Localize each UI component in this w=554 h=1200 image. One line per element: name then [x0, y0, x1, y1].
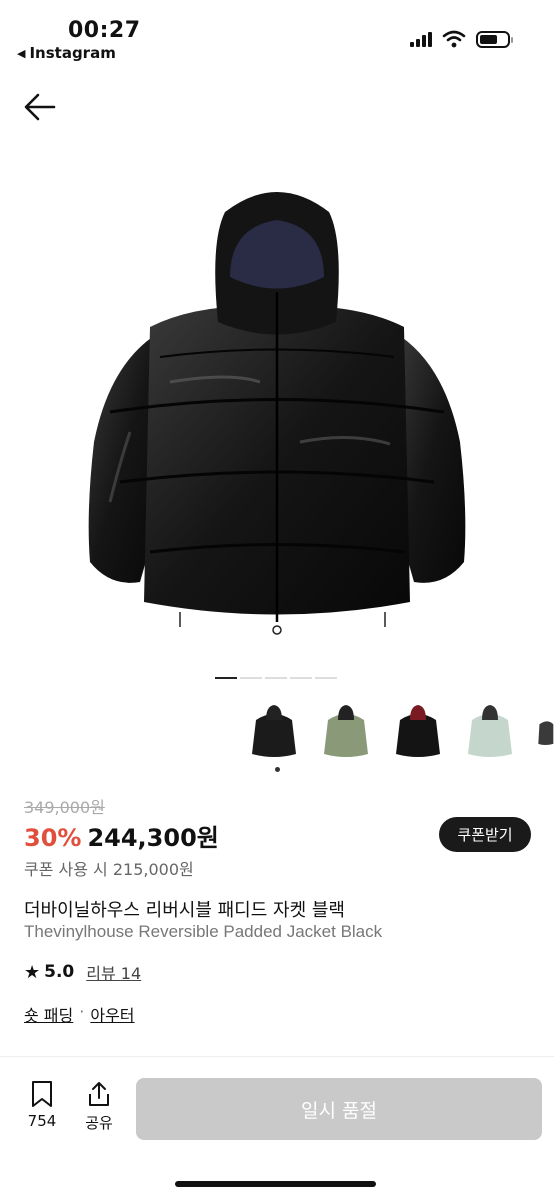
- save-count: 754: [27, 1112, 57, 1130]
- status-bar: 00:27 ◀ Instagram: [0, 0, 554, 70]
- bottom-action-bar: 754 공유 일시 품절: [0, 1066, 554, 1156]
- category-link-short-padding[interactable]: 숏 패딩: [24, 1002, 73, 1026]
- pager-dot[interactable]: [290, 677, 312, 679]
- rating-row: ★ 5.0 리뷰 14: [24, 960, 141, 984]
- product-image[interactable]: [80, 182, 474, 642]
- color-options: [248, 700, 554, 760]
- product-title-english: Thevinylhouse Reversible Padded Jacket B…: [24, 922, 383, 941]
- color-thumb-charcoal[interactable]: [536, 700, 554, 760]
- category-breadcrumb: 숏 패딩 · 아우터: [24, 1002, 135, 1026]
- color-thumb-mint[interactable]: [464, 700, 516, 760]
- rating-score: 5.0: [44, 962, 75, 982]
- battery-icon: [476, 30, 513, 48]
- color-thumb-black-red[interactable]: [392, 700, 444, 760]
- back-to-app-link[interactable]: ◀ Instagram: [17, 44, 116, 62]
- discount-rate: 30%: [24, 824, 82, 852]
- share-label: 공유: [85, 1114, 113, 1132]
- original-price: 349,000원: [24, 798, 105, 817]
- back-app-label: Instagram: [29, 44, 116, 62]
- pager-dot[interactable]: [240, 677, 262, 679]
- save-button[interactable]: 754: [22, 1080, 62, 1130]
- home-indicator: [175, 1181, 376, 1187]
- signal-icon: [410, 31, 432, 47]
- share-icon: [89, 1082, 109, 1106]
- divider: [0, 1056, 554, 1057]
- review-link[interactable]: 리뷰 14: [86, 960, 141, 984]
- arrow-left-icon[interactable]: [22, 90, 58, 124]
- bookmark-icon: [32, 1081, 52, 1107]
- share-button[interactable]: 공유: [79, 1080, 119, 1133]
- wifi-icon: [442, 30, 466, 48]
- coupon-price: 쿠폰 사용 시 215,000원: [24, 860, 194, 879]
- sale-price: 244,300원: [87, 824, 219, 852]
- status-time: 00:27: [68, 18, 141, 43]
- coupon-button[interactable]: 쿠폰받기: [439, 817, 531, 852]
- category-link-outer[interactable]: 아우터: [90, 1002, 134, 1026]
- star-icon: ★: [24, 961, 41, 983]
- image-pager: [215, 677, 337, 679]
- price-row: 30% 244,300원: [24, 818, 219, 853]
- top-navigation: [0, 80, 554, 134]
- status-icons: [410, 30, 513, 48]
- selected-color-indicator: [275, 767, 280, 772]
- back-triangle-icon: ◀: [17, 46, 26, 60]
- pager-dot[interactable]: [215, 677, 237, 679]
- color-thumb-olive[interactable]: [320, 700, 372, 760]
- pager-dot[interactable]: [315, 677, 337, 679]
- pager-dot[interactable]: [265, 677, 287, 679]
- category-separator: ·: [79, 1002, 85, 1021]
- product-title-korean: 더바이닐하우스 리버시블 패디드 자켓 블랙: [24, 900, 345, 921]
- sold-out-button[interactable]: 일시 품절: [136, 1078, 542, 1140]
- color-thumb-black[interactable]: [248, 700, 300, 760]
